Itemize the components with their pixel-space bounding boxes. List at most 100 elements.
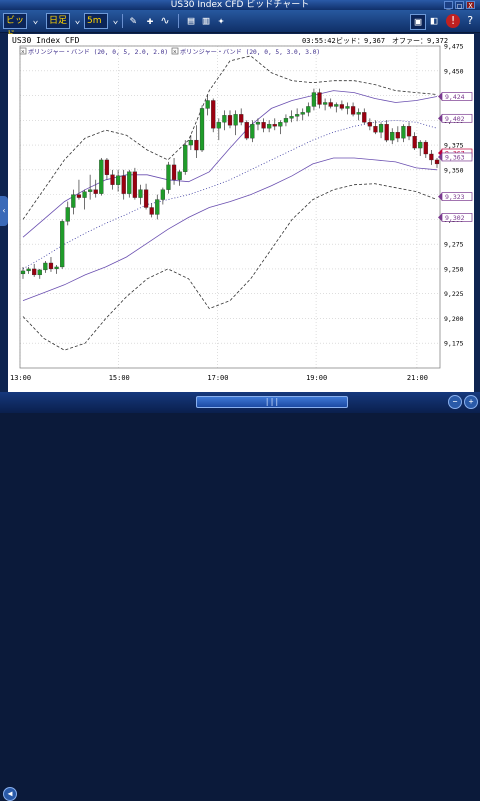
candle-body xyxy=(43,262,48,271)
price-label: 9,402 xyxy=(445,115,465,123)
chart-symbol: US30 Index CFD xyxy=(12,36,80,45)
candle-body xyxy=(76,194,82,198)
candle-body xyxy=(311,92,317,107)
candle-body xyxy=(37,269,42,276)
candle-body xyxy=(278,122,283,127)
pin-icon[interactable]: ✚ xyxy=(143,14,157,28)
candle-body xyxy=(127,171,132,194)
candle-body xyxy=(339,104,344,109)
candle-body xyxy=(367,122,372,127)
minimize-button[interactable]: _ xyxy=(444,1,453,10)
candle-body xyxy=(104,159,110,175)
plot-frame xyxy=(19,45,441,369)
candle-body xyxy=(317,92,322,105)
pen-icon[interactable]: ✎ xyxy=(126,14,140,28)
chevron-down-icon[interactable]: ⌄ xyxy=(72,13,83,29)
toolbar: ビッド ⌄ 日足 ⌄ 5m ⌄ ✎ ✚ ∿ ▤ ▥ ✦ ▣ ◧ ! ? xyxy=(0,10,480,40)
title-bar: US30 Index CFD ビッドチャート _ □ X xyxy=(0,0,480,10)
candle-body xyxy=(199,108,205,151)
chart-type-select[interactable]: 日足 xyxy=(46,13,70,29)
candle-body xyxy=(334,104,339,107)
chart-time: 03:55:42 xyxy=(302,37,336,45)
candle-body xyxy=(82,191,87,198)
indicator-label: ボリンジャー・バンド (20, 0, 5, 2.0, 2.0) xyxy=(28,48,168,56)
x-tick-label: 15:00 xyxy=(109,374,130,382)
x-tick-label: 19:00 xyxy=(306,374,327,382)
window-title: US30 Index CFD ビッドチャート xyxy=(170,0,310,10)
candle-body xyxy=(227,115,233,126)
candle-body xyxy=(110,174,115,185)
candle-body xyxy=(26,268,31,272)
print-icon[interactable]: ▤ xyxy=(184,14,198,28)
candle-body xyxy=(149,207,154,215)
indicator-remove-icon: × xyxy=(173,49,177,56)
chevron-down-icon[interactable]: ⌄ xyxy=(110,13,121,29)
chart-area[interactable]: US30 Index CFD 03:55:42 ビッド：9,367 オファー：9,37… xyxy=(8,34,474,392)
candle-body xyxy=(155,199,160,215)
magnet-icon[interactable]: ∿ xyxy=(158,14,172,28)
candle-body xyxy=(222,115,227,123)
indicator-label: ボリンジャー・バンド (20, 0, 5, 3.0, 3.0) xyxy=(180,48,320,56)
candle-body xyxy=(423,141,428,155)
candle-body xyxy=(283,118,289,123)
candlestick-chart[interactable]: US30 Index CFD 03:55:42 ビッド：9,367 オファー：9,37… xyxy=(8,34,474,392)
x-tick-label: 17:00 xyxy=(207,374,228,382)
zoom-in-icon[interactable]: + xyxy=(464,395,478,409)
candle-body xyxy=(289,116,294,119)
candle-body xyxy=(177,171,182,180)
candle-body xyxy=(373,126,378,133)
candle-body xyxy=(93,189,98,194)
y-tick-label: 9,475 xyxy=(444,43,464,51)
y-tick-label: 9,200 xyxy=(444,315,464,323)
alert-icon[interactable]: ! xyxy=(446,14,460,28)
y-tick-label: 9,250 xyxy=(444,265,464,273)
y-tick-label: 9,225 xyxy=(444,290,464,298)
bb2-lower-line xyxy=(22,157,438,301)
monitor-icon[interactable]: ▣ xyxy=(410,14,426,30)
candle-body xyxy=(71,194,76,208)
candle-body xyxy=(160,189,165,200)
scroll-left-icon[interactable]: ◀ xyxy=(3,787,17,801)
panel-toggle-handle[interactable]: ‹ xyxy=(0,196,8,226)
help-icon[interactable]: ? xyxy=(463,14,477,28)
candle-body xyxy=(205,100,210,109)
indicator-icon[interactable]: ◧ xyxy=(427,14,441,28)
close-button[interactable]: X xyxy=(466,1,475,10)
candle-body xyxy=(345,106,350,109)
sparkle-icon[interactable]: ✦ xyxy=(214,14,228,28)
candle-body xyxy=(328,102,333,107)
candle-body xyxy=(54,266,59,270)
maximize-button[interactable]: □ xyxy=(455,1,464,10)
price-type-select[interactable]: ビッド xyxy=(3,13,27,40)
candle-body xyxy=(166,164,171,190)
candle-body xyxy=(434,159,440,165)
chevron-down-icon[interactable]: ⌄ xyxy=(30,13,41,29)
candle-body xyxy=(261,122,266,129)
horizontal-scrollbar[interactable]: ||| xyxy=(196,396,348,408)
candle-body xyxy=(60,221,65,268)
bar-chart-icon[interactable]: ▥ xyxy=(199,14,213,28)
candle-body xyxy=(183,144,188,172)
toolbar-divider xyxy=(178,14,179,28)
price-label: 9,363 xyxy=(445,153,465,161)
candle-body xyxy=(138,189,143,198)
bb3-lower-line xyxy=(22,183,438,351)
candle-body xyxy=(418,141,423,149)
candle-body xyxy=(255,122,261,125)
y-tick-label: 9,275 xyxy=(444,241,464,249)
candle-body xyxy=(390,132,395,141)
price-label: 9,323 xyxy=(445,193,465,201)
candle-body xyxy=(412,136,417,149)
candle-body xyxy=(211,100,216,129)
y-tick-label: 9,350 xyxy=(444,166,464,174)
candle-body xyxy=(406,126,412,137)
candle-body xyxy=(88,189,93,192)
candle-body xyxy=(250,124,255,139)
candle-body xyxy=(295,114,300,117)
chart-window: US30 Index CFD ビッドチャート _ □ X ビッド ⌄ 日足 ⌄ … xyxy=(0,0,480,801)
timeframe-select[interactable]: 5m xyxy=(84,13,108,29)
y-tick-label: 9,375 xyxy=(444,142,464,150)
candle-body xyxy=(356,112,361,115)
zoom-out-icon[interactable]: − xyxy=(448,395,462,409)
indicator-remove-icon: × xyxy=(21,49,25,56)
